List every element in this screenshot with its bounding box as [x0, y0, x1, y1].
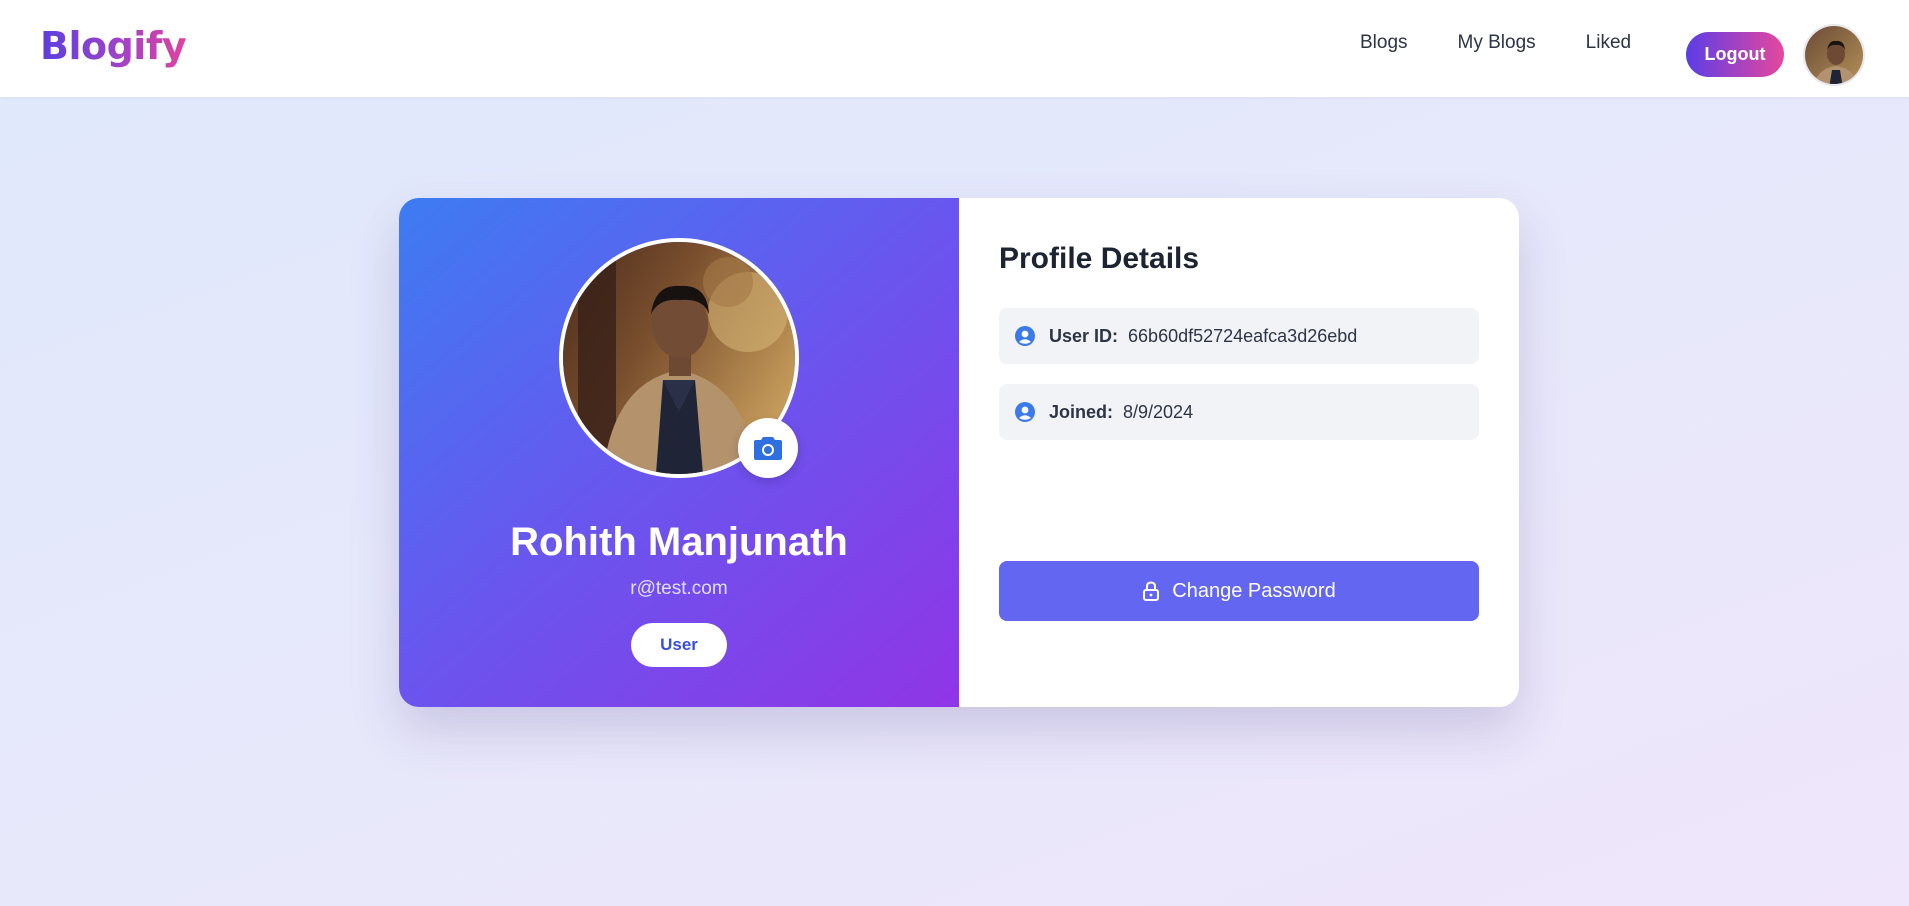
profile-details-panel: Profile Details User ID: 66b60df52724eaf…	[959, 198, 1519, 707]
user-circle-icon	[1015, 402, 1035, 422]
nav-avatar[interactable]	[1803, 24, 1865, 86]
joined-row: Joined: 8/9/2024	[999, 384, 1479, 440]
nav-link-blogs[interactable]: Blogs	[1360, 32, 1408, 54]
camera-icon	[754, 437, 782, 460]
nav-link-liked[interactable]: Liked	[1586, 32, 1631, 54]
brand-logo[interactable]: Blogify	[40, 24, 187, 68]
user-id-row: User ID: 66b60df52724eafca3d26ebd	[999, 308, 1479, 364]
role-badge: User	[631, 623, 727, 667]
top-navbar: Blogify Blogs My Blogs Liked Logout	[0, 0, 1909, 97]
nav-links: Blogs My Blogs Liked	[1360, 0, 1681, 97]
nav-link-my-blogs[interactable]: My Blogs	[1458, 32, 1536, 54]
change-password-button[interactable]: Change Password	[999, 561, 1479, 621]
lock-icon	[1143, 581, 1160, 601]
profile-summary-panel: Rohith Manjunath r@test.com User	[399, 198, 959, 707]
avatar-photo	[1805, 26, 1863, 84]
user-id-value: 66b60df52724eafca3d26ebd	[1128, 325, 1358, 346]
user-id-label: User ID:	[1049, 325, 1119, 346]
user-circle-icon	[1015, 326, 1035, 346]
change-password-label: Change Password	[1172, 579, 1336, 602]
profile-card: Rohith Manjunath r@test.com User Profile…	[399, 198, 1519, 707]
joined-value: 8/9/2024	[1123, 401, 1194, 422]
change-photo-button[interactable]	[738, 418, 798, 478]
logout-button[interactable]: Logout	[1686, 32, 1784, 77]
profile-email: r@test.com	[630, 578, 728, 599]
details-title: Profile Details	[999, 242, 1200, 275]
joined-label: Joined:	[1049, 401, 1114, 422]
profile-name: Rohith Manjunath	[510, 520, 848, 564]
